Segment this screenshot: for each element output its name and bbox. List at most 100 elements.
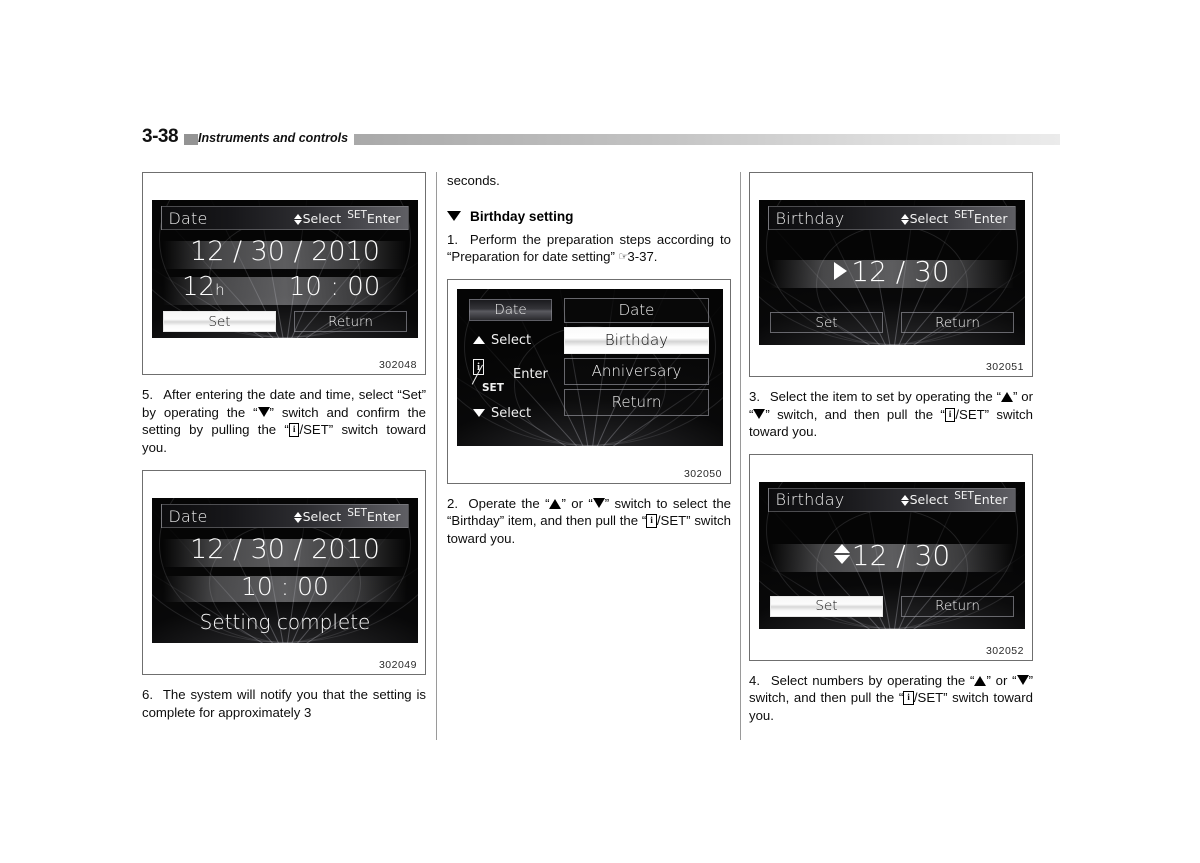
- info-icon: i: [646, 514, 657, 528]
- lcd-title: Date: [168, 506, 208, 526]
- menu-hint-select-down-label: Select: [491, 405, 532, 421]
- figure-caption: 302049: [378, 659, 417, 671]
- step-4-paragraph: 4. Select numbers by operating the “ ” or…: [749, 672, 1033, 725]
- lcd-titlebar: Birthday Select SET Enter: [767, 487, 1017, 512]
- enter-hint-label: Enter: [366, 210, 401, 226]
- step-5-paragraph: 5. After entering the date and time, sel…: [142, 386, 426, 456]
- step-1-reference: 3-37.: [627, 249, 658, 264]
- lcd-time-value: 10 : 00: [288, 272, 381, 302]
- step-1-number: 1.: [447, 231, 458, 247]
- enter-label: Enter: [513, 366, 548, 382]
- step-4-number: 4.: [749, 672, 760, 688]
- left-column: Date Select SET Enter 12 / 30 / 2010 12h…: [142, 172, 426, 721]
- menu-hint-enter: i SET Enter: [471, 355, 568, 395]
- set-hint-label: SET: [347, 208, 367, 221]
- middle-column: seconds. Birthday setting 1. Perform the…: [447, 172, 731, 547]
- up-arrow-icon: [1001, 392, 1013, 402]
- lcd-titlebar: Birthday Select SET Enter: [767, 206, 1017, 230]
- lcd-date-value: 12 / 30 / 2010: [190, 534, 380, 565]
- select-hint-label: Select: [909, 210, 949, 226]
- lcd-message: Setting complete: [199, 610, 371, 634]
- lcd-time-value: 10 : 00: [241, 572, 329, 601]
- step-6-paragraph: 6. The system will notify you that the s…: [142, 686, 426, 721]
- section-heading-birthday-setting: Birthday setting: [447, 209, 731, 224]
- figure-caption: 302050: [683, 467, 722, 480]
- lcd-hints: Select SET Enter: [293, 506, 401, 524]
- figure-302049: Date Select SET Enter 12 / 30 / 2010 10 …: [142, 470, 426, 675]
- set-hint-label: SET: [954, 490, 974, 502]
- enter-hint-label: Enter: [973, 492, 1008, 507]
- page-number: 3-38: [142, 126, 185, 148]
- lcd-hour-unit: h: [215, 281, 225, 299]
- lcd-title: Birthday: [775, 208, 845, 228]
- lcd-hints: Select SET Enter: [293, 208, 401, 226]
- figure-caption: 302051: [985, 361, 1024, 373]
- manual-page: 3-38 Instruments and controls Date Selec…: [0, 0, 1200, 863]
- continuation-text: seconds.: [447, 173, 500, 188]
- menu-panel-title: Date: [469, 298, 552, 321]
- step-5-number: 5.: [142, 387, 153, 402]
- enter-hint-label: Enter: [973, 210, 1008, 226]
- menu-item-date[interactable]: Date: [564, 297, 709, 323]
- figure-302051: Birthday Select SET Enter 12 / 30 Set Re…: [749, 172, 1033, 377]
- step-3-paragraph: 3. Select the item to set by operating t…: [749, 388, 1033, 441]
- info-icon: i: [903, 691, 914, 705]
- up-down-arrow-icon: [293, 511, 302, 523]
- lcd-button-return[interactable]: Return: [294, 311, 407, 332]
- step-2-text-b: ” or “: [561, 495, 593, 511]
- column-divider-1: [436, 172, 437, 740]
- up-down-cursor-icon: [833, 543, 850, 564]
- menu-item-return[interactable]: Return: [564, 388, 709, 416]
- down-arrow-icon: [1016, 674, 1029, 685]
- lcd-title: Birthday: [775, 490, 845, 509]
- lcd-screen-setting-complete: Date Select SET Enter 12 / 30 / 2010 10 …: [152, 498, 418, 643]
- lcd-button-set[interactable]: Set: [770, 312, 883, 333]
- set-label: SET: [482, 381, 504, 394]
- lcd-button-set[interactable]: Set: [163, 311, 276, 332]
- down-arrow-icon: [592, 497, 605, 508]
- set-hint-label: SET: [347, 506, 367, 519]
- step-2-paragraph: 2. Operate the “” or “” switch to select…: [447, 495, 731, 548]
- menu-item-birthday[interactable]: Birthday: [564, 326, 709, 354]
- lcd-hour-mode: 12: [182, 272, 216, 302]
- up-down-arrow-icon: [900, 495, 909, 506]
- step-2-text-a: Operate the “: [468, 495, 550, 511]
- select-hint-label: Select: [302, 508, 342, 524]
- step-6-number: 6.: [142, 687, 153, 702]
- info-icon: i: [288, 423, 300, 437]
- down-arrow-icon: [473, 409, 485, 417]
- up-arrow-icon: [473, 336, 485, 344]
- up-arrow-icon: [549, 498, 562, 509]
- step-1-paragraph: 1. Perform the preparation steps accordi…: [447, 231, 731, 267]
- menu-item-anniversary[interactable]: Anniversary: [564, 357, 709, 385]
- lcd-birthday-value: 12 / 30: [851, 538, 951, 572]
- figure-302050: Date Select i SET Enter Select Date Birt…: [447, 278, 731, 484]
- figure-caption: 302052: [985, 644, 1024, 657]
- figure-caption: 302048: [378, 359, 417, 371]
- section-heading-label: Birthday setting: [470, 208, 574, 224]
- step-3-number: 3.: [749, 389, 760, 404]
- step-3-text-c: ” switch, and then pull the “: [765, 406, 945, 422]
- lcd-birthday-row: 12 / 30: [759, 255, 1025, 288]
- select-hint-label: Select: [909, 492, 949, 507]
- down-arrow-icon: [257, 406, 270, 417]
- step-4-text-b: ” or “: [986, 672, 1017, 688]
- lcd-button-return[interactable]: Return: [901, 595, 1014, 617]
- lcd-screen-birthday-select: Birthday Select SET Enter 12 / 30 Set Re…: [759, 200, 1025, 345]
- lcd-birthday-row: 12 / 30: [759, 539, 1025, 572]
- lcd-titlebar: Date Select SET Enter: [160, 206, 410, 230]
- page-title: Instruments and controls: [198, 128, 355, 148]
- lcd-title: Date: [168, 208, 208, 228]
- menu-hint-select-down: Select: [473, 406, 531, 421]
- enter-hint-label: Enter: [366, 508, 401, 524]
- menu-hint-select-up-label: Select: [491, 332, 532, 348]
- set-hint-label: SET: [954, 208, 974, 221]
- lcd-screen-menu: Date Select i SET Enter Select Date Birt…: [457, 288, 723, 446]
- lcd-button-return[interactable]: Return: [901, 312, 1014, 333]
- column-divider-2: [740, 172, 741, 740]
- lcd-button-set[interactable]: Set: [770, 595, 883, 617]
- page-header: 3-38 Instruments and controls: [142, 126, 1060, 150]
- menu-hint-select-up: Select: [473, 333, 531, 348]
- lcd-date-value: 12 / 30 / 2010: [190, 236, 380, 267]
- lcd-titlebar: Date Select SET Enter: [160, 504, 410, 528]
